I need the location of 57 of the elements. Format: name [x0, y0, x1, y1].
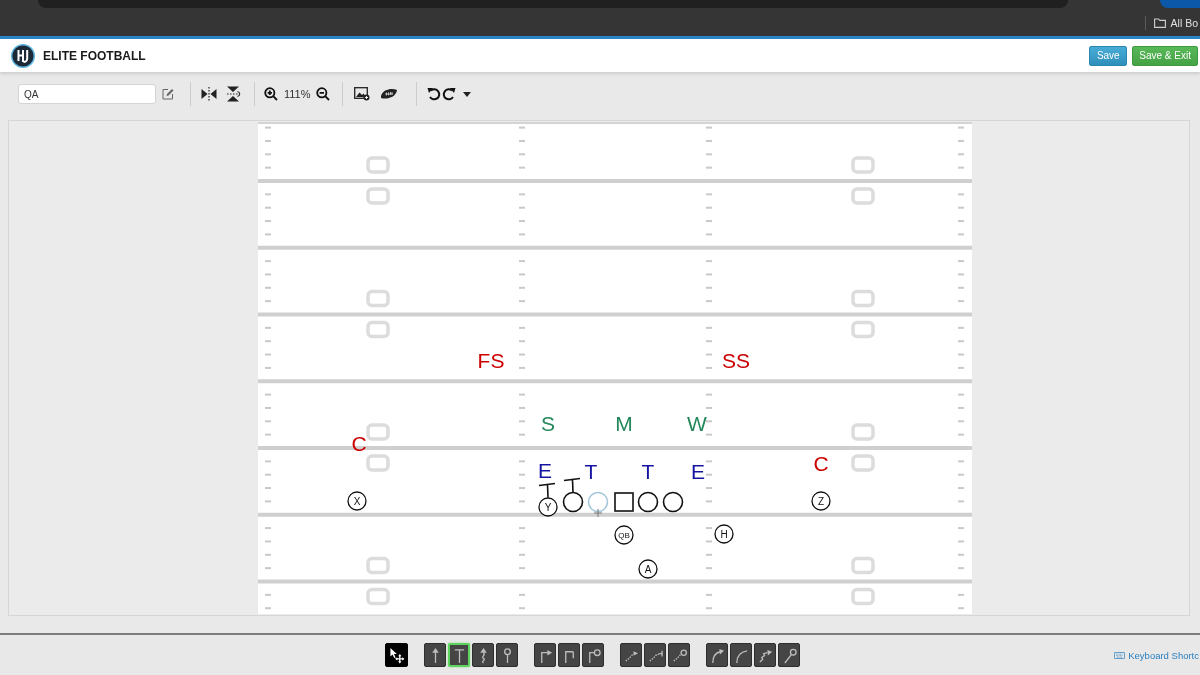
football-icon[interactable]	[379, 88, 398, 100]
offense-player: QB	[614, 525, 634, 545]
cursor-move-icon	[389, 646, 404, 664]
image-icon[interactable]	[353, 87, 370, 101]
route-tool-button[interactable]	[644, 643, 666, 667]
route-tool-button[interactable]	[558, 643, 580, 667]
caret-icon[interactable]	[462, 91, 471, 97]
defender-label: C	[813, 451, 829, 475]
defender-label: C	[351, 431, 367, 455]
route-tool-button[interactable]	[668, 643, 690, 667]
route-tool-button[interactable]	[496, 643, 518, 667]
route-tool-button[interactable]	[582, 643, 604, 667]
flip-horizontal-icon[interactable]	[201, 87, 217, 101]
bookmarks-folder[interactable]: All Bo	[1170, 17, 1198, 29]
logo-icon	[11, 43, 35, 68]
crosshair-cursor-icon	[593, 508, 603, 518]
defender-label: E	[691, 459, 705, 483]
defender-label: S	[541, 411, 555, 435]
flip-vertical-icon[interactable]	[225, 86, 241, 102]
keyboard-shortcuts-link[interactable]: Keyboard Shortc	[1128, 649, 1199, 661]
edit-icon[interactable]	[162, 88, 174, 100]
offense-player: X	[347, 491, 367, 511]
select-tool-button[interactable]	[385, 643, 408, 667]
zoom-out-icon[interactable]	[315, 87, 330, 101]
route-tool-button[interactable]	[778, 643, 800, 667]
route-tool-button[interactable]	[448, 643, 470, 667]
redo-icon[interactable]	[441, 87, 456, 101]
app-title: ELITE FOOTBALL	[43, 48, 146, 63]
undo-icon[interactable]	[426, 87, 441, 101]
defender-label: W	[687, 411, 707, 435]
save-button[interactable]: Save	[1089, 45, 1128, 66]
zoom-level-text: 111%	[284, 88, 311, 100]
defender-label: E	[538, 458, 552, 482]
offense-player: Z	[811, 491, 831, 511]
route-tool-button[interactable]	[730, 643, 752, 667]
defender-label: SS	[722, 348, 750, 372]
offense-player: Y	[538, 497, 558, 517]
route-curve-arrow-icon	[709, 646, 725, 664]
route-tool-button[interactable]	[534, 643, 556, 667]
route-tool-button[interactable]	[706, 643, 728, 667]
defender-label: FS	[477, 348, 505, 372]
defender-label: T	[584, 459, 598, 483]
route-tool-button[interactable]	[620, 643, 642, 667]
save-exit-button[interactable]: Save & Exit	[1132, 45, 1198, 66]
route-tool-button[interactable]	[424, 643, 446, 667]
folder-icon	[1153, 18, 1166, 28]
route-dash-option-icon	[671, 646, 687, 664]
play-name-field[interactable]: QA	[18, 84, 156, 104]
keyboard-icon	[1114, 651, 1126, 659]
offense-player: H	[714, 524, 734, 544]
zoom-in-icon[interactable]	[264, 87, 278, 101]
route-tool-button[interactable]	[472, 643, 494, 667]
route-tool-button[interactable]	[754, 643, 776, 667]
offense-player: A	[638, 559, 658, 579]
route-diag-option-icon	[781, 646, 797, 664]
defender-label: M	[615, 411, 633, 435]
defender-label: T	[641, 459, 655, 483]
